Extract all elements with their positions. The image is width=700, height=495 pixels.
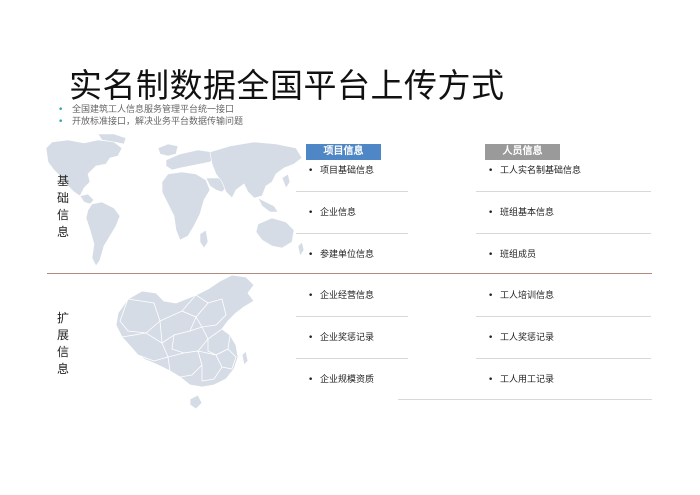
basic-info-label: 基础信息 <box>56 174 69 239</box>
intro-bullet: • 全国建筑工人信息服务管理平台统一接口 <box>58 104 243 116</box>
people-item: 工人培训信息 <box>476 276 651 316</box>
people-item: 工人奖惩记录 <box>476 318 651 358</box>
dot-icon: • <box>58 117 64 127</box>
page-title: 实名制数据全国平台上传方式 <box>69 66 505 105</box>
people-item: 工人实名制基础信息 <box>476 151 651 191</box>
row-divider <box>296 191 408 192</box>
slide: 实名制数据全国平台上传方式 • 全国建筑工人信息服务管理平台统一接口 • 开放标… <box>0 0 700 495</box>
project-item: 企业经营信息 <box>296 276 408 316</box>
intro-bullet-text: 开放标准接口，解决业务平台数据传输问题 <box>72 117 244 127</box>
row-divider <box>476 191 651 192</box>
row-divider <box>296 233 408 234</box>
row-divider <box>296 358 408 359</box>
china-map <box>115 274 255 410</box>
people-item: 班组成员 <box>476 235 651 275</box>
intro-bullets: • 全国建筑工人信息服务管理平台统一接口 • 开放标准接口，解决业务平台数据传输… <box>58 104 243 128</box>
extended-info-label: 扩展信息 <box>56 311 69 376</box>
project-item: 企业规模资质 <box>296 360 408 400</box>
people-item: 工人用工记录 <box>476 360 651 400</box>
project-item: 企业信息 <box>296 193 408 233</box>
dot-icon: • <box>58 105 64 115</box>
project-item: 企业奖惩记录 <box>296 318 408 358</box>
row-divider <box>476 316 651 317</box>
row-divider <box>476 233 651 234</box>
bottom-divider <box>398 399 652 400</box>
project-item: 项目基础信息 <box>296 151 408 191</box>
intro-bullet-text: 全国建筑工人信息服务管理平台统一接口 <box>72 105 235 115</box>
intro-bullet: • 开放标准接口，解决业务平台数据传输问题 <box>58 116 243 128</box>
people-item: 班组基本信息 <box>476 193 651 233</box>
row-divider <box>476 358 651 359</box>
project-item: 参建单位信息 <box>296 235 408 275</box>
row-divider <box>296 316 408 317</box>
world-map <box>45 134 305 267</box>
